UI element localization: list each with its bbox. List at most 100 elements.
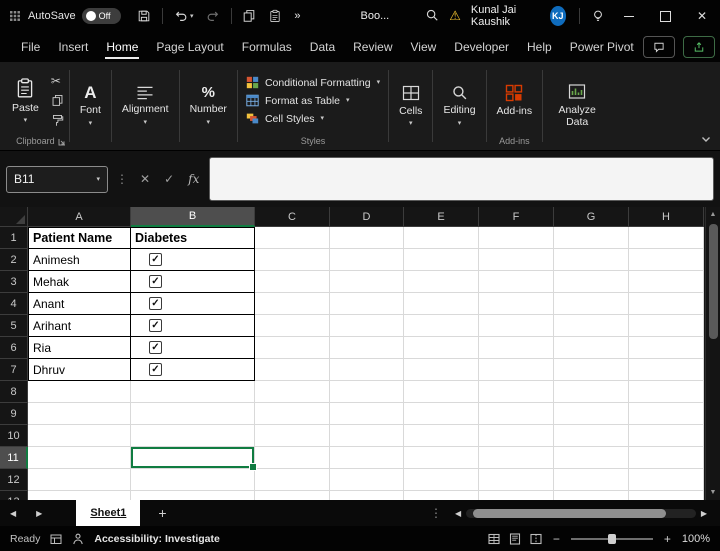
row-header-11[interactable]: 11 [0,447,28,469]
formula-input[interactable] [209,157,714,201]
cell-D9[interactable] [330,403,404,425]
row-header-13[interactable]: 13 [0,491,28,500]
column-header-H[interactable]: H [629,207,704,227]
collapse-ribbon-icon[interactable] [700,133,712,145]
menu-tab-page-layout[interactable]: Page Layout [147,33,232,62]
cell-G1[interactable] [554,227,629,249]
cell-A4[interactable]: Anant [28,293,131,315]
cell-G4[interactable] [554,293,629,315]
cell-E11[interactable] [404,447,479,469]
column-header-B[interactable]: B [131,207,255,227]
scroll-right-icon[interactable]: ▶ [696,509,712,518]
cell-C5[interactable] [255,315,330,337]
cell-D6[interactable] [330,337,404,359]
zoom-slider-thumb[interactable] [608,534,616,544]
column-header-E[interactable]: E [404,207,479,227]
cell-A9[interactable] [28,403,131,425]
cell-E10[interactable] [404,425,479,447]
cell-H1[interactable] [629,227,704,249]
cell-A8[interactable] [28,381,131,403]
cell-F9[interactable] [479,403,554,425]
cell-G8[interactable] [554,381,629,403]
cell-C10[interactable] [255,425,330,447]
cell-G9[interactable] [554,403,629,425]
more-commands-button[interactable]: » [288,10,306,22]
row-header-4[interactable]: 4 [0,293,28,315]
column-header-C[interactable]: C [255,207,330,227]
zoom-slider[interactable] [571,533,653,545]
search-button[interactable] [419,8,445,25]
cell-E9[interactable] [404,403,479,425]
checkbox-B6[interactable]: ✓ [149,341,162,354]
row-header-12[interactable]: 12 [0,469,28,491]
avatar[interactable]: KJ [550,6,567,26]
cell-H3[interactable] [629,271,704,293]
next-sheet-button[interactable]: ▶ [26,509,52,518]
cell-H12[interactable] [629,469,704,491]
cell-E6[interactable] [404,337,479,359]
row-header-3[interactable]: 3 [0,271,28,293]
cell-G7[interactable] [554,359,629,381]
menu-tab-file[interactable]: File [12,33,49,62]
normal-view-icon[interactable] [488,533,500,545]
name-box[interactable]: B11 ▾ [6,166,108,193]
checkbox-B2[interactable]: ✓ [149,253,162,266]
cell-F4[interactable] [479,293,554,315]
cell-H11[interactable] [629,447,704,469]
cell-H10[interactable] [629,425,704,447]
cell-F3[interactable] [479,271,554,293]
cell-styles-button[interactable]: Cell Styles ▾ [243,111,383,126]
cell-A12[interactable] [28,469,131,491]
column-header-D[interactable]: D [330,207,404,227]
cell-A10[interactable] [28,425,131,447]
cell-E13[interactable] [404,491,479,500]
cell-E5[interactable] [404,315,479,337]
cell-D4[interactable] [330,293,404,315]
analyze-data-button[interactable]: Analyze Data [548,81,606,130]
zoom-in-button[interactable]: + [662,532,673,546]
cancel-button[interactable]: ✕ [136,172,154,186]
hints-button[interactable] [585,9,611,23]
addins-button[interactable]: Add-ins [492,82,538,119]
quick-copy-button[interactable] [236,9,262,23]
accessibility-icon[interactable] [72,533,84,545]
cell-H13[interactable] [629,491,704,500]
column-header-A[interactable]: A [28,207,131,227]
cell-G13[interactable] [554,491,629,500]
cell-B10[interactable] [131,425,255,447]
previous-sheet-button[interactable]: ◀ [0,509,26,518]
cell-G2[interactable] [554,249,629,271]
cell-F5[interactable] [479,315,554,337]
cell-B7[interactable]: ✓ [131,359,255,381]
cell-H8[interactable] [629,381,704,403]
cell-A2[interactable]: Animesh [28,249,131,271]
cell-C6[interactable] [255,337,330,359]
cell-D12[interactable] [330,469,404,491]
format-as-table-button[interactable]: Format as Table ▾ [243,93,383,108]
user-name[interactable]: Kunal Jai Kaushik [471,4,544,28]
cell-B13[interactable] [131,491,255,500]
checkbox-B7[interactable]: ✓ [149,363,162,376]
scroll-up-icon[interactable]: ▲ [710,207,717,222]
cell-D10[interactable] [330,425,404,447]
cell-H7[interactable] [629,359,704,381]
cell-B2[interactable]: ✓ [131,249,255,271]
new-sheet-button[interactable]: + [140,505,184,521]
tab-scroll-handle[interactable]: ⋮ [422,506,450,520]
zoom-out-button[interactable]: − [551,532,562,546]
menu-tab-formulas[interactable]: Formulas [233,33,301,62]
maximize-button[interactable] [647,0,684,32]
font-button[interactable]: A Font ▾ [75,82,106,128]
cell-A5[interactable]: Arihant [28,315,131,337]
cell-G11[interactable] [554,447,629,469]
sheet-tab-active[interactable]: Sheet1 [76,500,140,526]
row-header-7[interactable]: 7 [0,359,28,381]
cell-D13[interactable] [330,491,404,500]
row-header-8[interactable]: 8 [0,381,28,403]
cells-button[interactable]: Cells ▾ [394,82,427,129]
cell-B3[interactable]: ✓ [131,271,255,293]
vertical-scrollbar[interactable]: ▲ ▼ [705,207,720,500]
cell-D7[interactable] [330,359,404,381]
cell-F8[interactable] [479,381,554,403]
cell-E12[interactable] [404,469,479,491]
